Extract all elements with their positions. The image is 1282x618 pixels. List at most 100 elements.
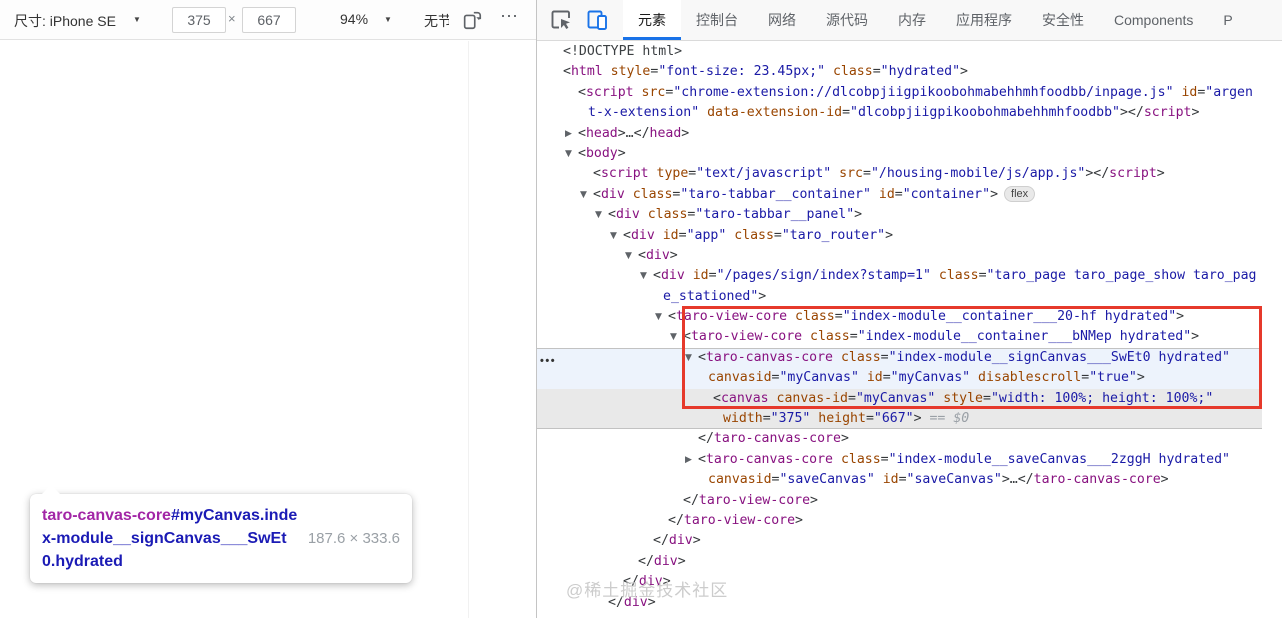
dom-tree-node[interactable]: </taro-view-core> xyxy=(537,511,1282,531)
code-token: < xyxy=(698,349,706,365)
code-token: taro-view-core xyxy=(698,492,811,508)
dom-tree-node[interactable]: ▼ <div> xyxy=(537,246,1282,266)
code-token: "taro-tabbar__panel" xyxy=(695,207,855,223)
dom-tree-node[interactable]: ▼ <taro-view-core class="index-module__co… xyxy=(537,307,1282,327)
code-token: "myCanvas" xyxy=(890,370,971,386)
dom-tree-node[interactable]: <script type="text/javascript" src="/hou… xyxy=(537,164,1282,184)
tab-源代码[interactable]: 源代码 xyxy=(811,0,883,40)
dom-tree-node[interactable]: width="375" height="667"> == $0 xyxy=(537,409,1262,430)
chevron-down-icon[interactable]: ▼ xyxy=(384,15,392,24)
collapse-arrow-icon[interactable]: ▼ xyxy=(655,307,662,327)
code-token: </ xyxy=(698,431,714,447)
dom-tree-node[interactable]: </div> xyxy=(537,552,1282,572)
dom-tree-node[interactable]: ▼ <body> xyxy=(537,144,1282,164)
code-token: "/pages/sign/index?stamp=1" xyxy=(716,268,931,284)
code-token: "667" xyxy=(873,411,914,427)
code-token: > xyxy=(758,288,767,304)
dom-tree-node[interactable]: e_stationed"> xyxy=(537,287,1282,307)
viewport-right-edge xyxy=(468,41,469,618)
devtools-pane: 元素 控制台 网络 源代码 内存 应用程序 安全性 Components P <!DOCTYPE… xyxy=(537,0,1282,618)
collapse-arrow-icon[interactable]: ▼ xyxy=(610,226,617,246)
dom-tree-node[interactable]: ▶ <head>…</head> xyxy=(537,124,1282,144)
more-options-icon[interactable]: ⋯ xyxy=(500,6,519,27)
dom-tree-node[interactable]: ▼ <div id="app" class="taro_router"> xyxy=(537,226,1282,246)
code-token: taro-canvas-core xyxy=(705,451,833,467)
code-token: class xyxy=(787,309,835,325)
inspect-element-icon[interactable] xyxy=(549,8,573,32)
collapse-arrow-icon[interactable]: ▼ xyxy=(565,144,572,164)
code-token: … xyxy=(1009,472,1018,488)
tab-应用程序[interactable]: 应用程序 xyxy=(941,0,1027,40)
collapse-arrow-icon[interactable]: ▼ xyxy=(685,348,692,368)
code-token: > xyxy=(669,247,678,263)
viewport-width-input[interactable] xyxy=(172,7,226,33)
tab-Components[interactable]: Components xyxy=(1099,0,1208,40)
dom-tree-node[interactable]: <canvas canvas-id="myCanvas" style="widt… xyxy=(537,388,1262,410)
toggle-device-toolbar-icon[interactable] xyxy=(585,8,609,32)
code-token: > xyxy=(854,207,863,223)
device-emulation-pane: 尺寸: iPhone SE ▼ × 94% ▼ 无节流 ⋯ taro-canva… xyxy=(0,0,536,618)
code-token: div xyxy=(653,553,678,569)
highlight-overlay-margin xyxy=(243,89,465,483)
dom-tree-node[interactable]: canvasid="myCanvas" id="myCanvas" disabl… xyxy=(537,368,1262,389)
code-token: width xyxy=(723,411,763,427)
flex-badge[interactable]: flex xyxy=(1004,185,1036,202)
dom-tree-node[interactable]: ▶ <taro-canvas-core class="index-module__… xyxy=(537,450,1282,470)
dom-tree-node[interactable]: </div> xyxy=(537,531,1282,551)
code-token: "taro_page taro_page_show taro_pag xyxy=(986,268,1257,284)
emulated-page-viewport[interactable]: taro-canvas-core#myCanvas.index-module__… xyxy=(0,41,536,618)
code-token: type xyxy=(648,166,689,182)
code-token: class xyxy=(930,268,979,284)
element-inspect-tooltip: taro-canvas-core#myCanvas.index-module__… xyxy=(30,485,412,583)
code-token: < xyxy=(578,84,586,100)
dom-tree-node[interactable]: ▼ <div id="/pages/sign/index?stamp=1" cla… xyxy=(537,266,1282,286)
tab-内存[interactable]: 内存 xyxy=(883,0,941,40)
collapse-arrow-icon[interactable]: ▼ xyxy=(595,205,602,225)
code-token: … xyxy=(625,125,634,141)
code-token: < xyxy=(608,207,616,223)
tab-安全性[interactable]: 安全性 xyxy=(1027,0,1099,40)
zoom-selector[interactable]: 94% xyxy=(340,11,368,27)
chevron-down-icon[interactable]: ▼ xyxy=(133,15,141,24)
tab-元素[interactable]: 元素 xyxy=(623,0,681,40)
dom-tree-node[interactable]: ▼ <taro-canvas-core class="index-module__… xyxy=(537,347,1262,369)
dom-tree-node[interactable]: ▼ <div class="taro-tabbar__panel"> xyxy=(537,205,1282,225)
tab-P[interactable]: P xyxy=(1208,0,1247,40)
code-token: < xyxy=(578,125,586,141)
code-token: taro-view-core xyxy=(690,329,803,345)
dom-tree-node[interactable]: ▼ <div class="taro-tabbar__container" id=… xyxy=(537,185,1282,205)
devtools-tabbar: 元素 控制台 网络 源代码 内存 应用程序 安全性 Components P xyxy=(537,0,1282,41)
more-actions-icon[interactable]: ••• xyxy=(540,355,556,367)
code-token: "app" xyxy=(686,227,727,243)
device-size-selector[interactable]: 尺寸: iPhone SE xyxy=(14,11,116,31)
dom-tree-node[interactable]: <html style="font-size: 23.45px;" class=… xyxy=(537,62,1282,82)
dom-tree-node[interactable]: <!DOCTYPE html> xyxy=(537,42,1282,62)
expand-arrow-icon[interactable]: ▶ xyxy=(685,450,692,470)
dom-tree-node[interactable]: </taro-view-core> xyxy=(537,491,1282,511)
code-token: div xyxy=(668,533,693,549)
code-token: = xyxy=(865,411,874,427)
code-token: script xyxy=(600,166,649,182)
viewport-height-input[interactable] xyxy=(242,7,296,33)
collapse-arrow-icon[interactable]: ▼ xyxy=(640,266,647,286)
tab-控制台[interactable]: 控制台 xyxy=(681,0,753,40)
code-token: > xyxy=(1191,329,1200,345)
dom-tree-node[interactable]: </taro-canvas-core> xyxy=(537,429,1282,449)
code-token: = xyxy=(894,186,903,202)
code-token: < xyxy=(668,309,676,325)
dom-tree-node[interactable]: t-x-extension" data-extension-id="dlcobp… xyxy=(537,103,1282,123)
tab-网络[interactable]: 网络 xyxy=(753,0,811,40)
dom-tree-node[interactable]: ▼ <taro-view-core class="index-module__co… xyxy=(537,327,1282,347)
collapse-arrow-icon[interactable]: ▼ xyxy=(625,246,632,266)
code-token: taro-view-core xyxy=(675,309,788,325)
rotate-icon[interactable] xyxy=(461,9,483,31)
collapse-arrow-icon[interactable]: ▼ xyxy=(670,327,677,347)
throttling-selector[interactable]: 无节流 xyxy=(424,11,449,31)
dom-tree-node[interactable]: <script src="chrome-extension://dlcobpji… xyxy=(537,83,1282,103)
dom-tree-node[interactable]: canvasid="saveCanvas" id="saveCanvas">…<… xyxy=(537,470,1282,490)
code-token: > xyxy=(681,125,690,141)
code-token: canvas xyxy=(720,390,769,406)
code-token: </ xyxy=(668,512,684,528)
collapse-arrow-icon[interactable]: ▼ xyxy=(580,185,587,205)
expand-arrow-icon[interactable]: ▶ xyxy=(565,124,572,144)
